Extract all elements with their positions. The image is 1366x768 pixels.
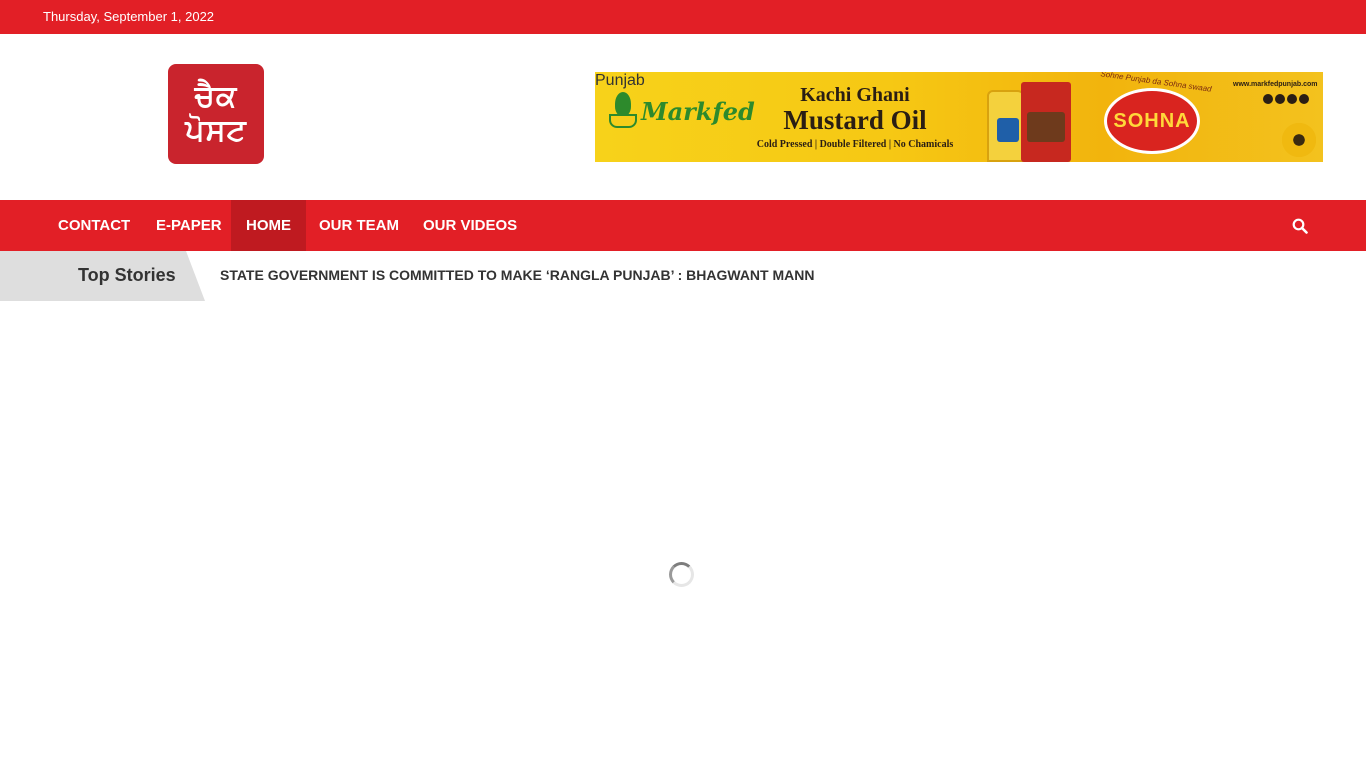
ad-brand-name: Markfed bbox=[641, 96, 755, 126]
nav-item-home[interactable]: HOME bbox=[231, 200, 306, 251]
ad-line-3: Cold Pressed | Double Filtered | No Cham… bbox=[756, 139, 954, 150]
ticker-label-text: Top Stories bbox=[78, 265, 176, 285]
site-header: ਚੈਕ ਪੋਸਟ Markfed Punjab Kachi Ghani Must… bbox=[0, 34, 1366, 200]
nav-item-our-videos[interactable]: OUR VIDEOS bbox=[408, 200, 532, 251]
instagram-icon bbox=[1287, 94, 1297, 104]
loading-spinner-icon bbox=[669, 562, 694, 587]
top-bar: Thursday, September 1, 2022 bbox=[0, 0, 1366, 34]
nav-item-our-team[interactable]: OUR TEAM bbox=[304, 200, 414, 251]
facebook-icon bbox=[1275, 94, 1285, 104]
ticker-headline-link[interactable]: STATE GOVERNMENT IS COMMITTED TO MAKE ‘R… bbox=[220, 267, 814, 283]
logo-line-2: ਪੋਸਟ bbox=[185, 113, 247, 148]
ad-product-name: SOHNA bbox=[1113, 109, 1191, 132]
ad-brand-sub: Punjab bbox=[595, 72, 645, 89]
ad-headline: Kachi Ghani Mustard Oil Cold Pressed | D… bbox=[750, 84, 960, 150]
ad-website: www.markfedpunjab.com bbox=[1233, 81, 1318, 88]
banner-advertisement[interactable]: Markfed Punjab Kachi Ghani Mustard Oil C… bbox=[595, 72, 1323, 162]
mustard-flower-image bbox=[1279, 120, 1319, 160]
ad-social-icons bbox=[1263, 94, 1309, 104]
youtube-icon bbox=[1299, 94, 1309, 104]
top-stories-ticker: Top Stories STATE GOVERNMENT IS COMMITTE… bbox=[0, 251, 1366, 301]
search-icon[interactable] bbox=[1292, 218, 1308, 234]
main-navigation: CONTACT E-PAPER HOME OUR TEAM OUR VIDEOS bbox=[0, 200, 1366, 251]
ad-line-2: Mustard Oil bbox=[783, 105, 927, 135]
logo-line-1: ਚੈਕ bbox=[194, 79, 238, 114]
nav-item-e-paper[interactable]: E-PAPER bbox=[141, 200, 237, 251]
oil-tin-image bbox=[1021, 82, 1071, 162]
site-logo[interactable]: ਚੈਕ ਪੋਸਟ bbox=[168, 64, 264, 164]
twitter-icon bbox=[1263, 94, 1273, 104]
current-date: Thursday, September 1, 2022 bbox=[43, 9, 215, 24]
markfed-logo-icon bbox=[609, 92, 637, 130]
nav-item-contact[interactable]: CONTACT bbox=[43, 200, 145, 251]
ad-brand-logo: Markfed bbox=[609, 92, 755, 130]
ticker-label: Top Stories bbox=[0, 251, 205, 301]
ad-line-1: Kachi Ghani bbox=[800, 84, 910, 106]
sohna-product-badge: SOHNA bbox=[1104, 88, 1200, 154]
